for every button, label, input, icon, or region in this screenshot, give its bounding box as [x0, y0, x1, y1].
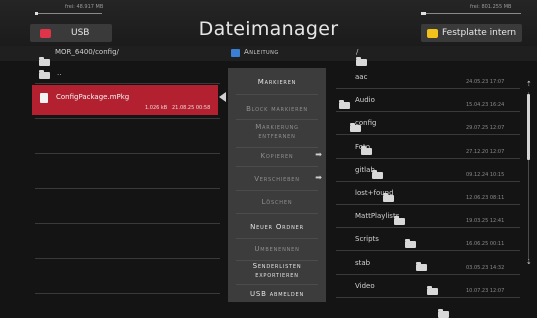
- folder-name: config: [355, 119, 377, 127]
- menu-divider: [236, 260, 318, 261]
- folder-icon: [438, 309, 449, 318]
- help-icon[interactable]: [231, 49, 240, 57]
- left-free-space: frei: 48.917 MB: [65, 4, 104, 10]
- folder-date: 12.06.23 08:11: [466, 195, 505, 201]
- menu-divider: [236, 238, 318, 239]
- divider: [336, 297, 520, 298]
- menu-new-folder[interactable]: Neuer Ordner: [228, 223, 326, 232]
- right-path: /: [356, 48, 359, 56]
- folder-name: Audio: [355, 96, 375, 104]
- folder-name: Video: [355, 282, 375, 290]
- arrow-right-icon: ➡: [315, 150, 322, 159]
- folder-name: Scripts: [355, 235, 379, 243]
- file-size: 1.026 kB: [145, 105, 168, 111]
- file-icon: [40, 93, 48, 103]
- divider: [35, 293, 220, 294]
- menu-export-channel-lists[interactable]: Senderlisten exportieren: [237, 262, 317, 280]
- folder-name: lost+found: [355, 189, 394, 197]
- usb-icon: [40, 28, 51, 38]
- folder-date: 16.06.25 00:11: [466, 241, 505, 247]
- folder-up-icon: [39, 70, 50, 79]
- panel-arrow-left-icon: [219, 92, 226, 102]
- menu-rename[interactable]: Umbenennen: [228, 245, 326, 254]
- folder-name: stab: [355, 259, 371, 267]
- left-path: MOR_6400/config/: [55, 48, 119, 56]
- right-source-label: Festplatte intern: [442, 28, 517, 38]
- left-parent-dir[interactable]: ..: [35, 66, 215, 82]
- file-date: 21.08.25 00:58: [172, 105, 211, 111]
- file-name: ConfigPackage.mPkg: [56, 93, 130, 101]
- arrow-right-icon: ➡: [315, 173, 322, 182]
- right-free-space: frei: 801.255 MB: [470, 4, 512, 10]
- folder-date: 24.05.23 17:07: [466, 79, 505, 85]
- folder-name: MattPlaylists: [355, 212, 400, 220]
- hdd-icon: [427, 28, 438, 38]
- divider: [336, 250, 520, 251]
- divider: [35, 118, 220, 119]
- scroll-up-icon[interactable]: ⇡: [526, 80, 532, 88]
- folder-date: 19.03.25 12:41: [466, 218, 505, 224]
- action-menu: Markieren Block markieren Markierung ent…: [228, 68, 326, 302]
- right-source-hdd[interactable]: Festplatte intern: [421, 24, 522, 42]
- divider: [35, 153, 220, 154]
- folder-date: 29.07.25 12:07: [466, 125, 505, 131]
- menu-divider: [236, 166, 318, 167]
- folder-date: 27.12.20 12:07: [466, 149, 505, 155]
- parent-dir-label: ..: [57, 69, 62, 77]
- folder-date: 09.12.24 10:15: [466, 172, 505, 178]
- scrollbar-thumb[interactable]: [527, 94, 530, 160]
- right-storage-bar: [421, 12, 521, 15]
- folder-name: aac: [355, 73, 368, 81]
- left-source-label: USB: [71, 28, 90, 38]
- menu-divider: [236, 147, 318, 148]
- folder-date: 15.04.23 16:24: [466, 102, 505, 108]
- menu-usb-eject[interactable]: USB abmelden: [228, 290, 326, 299]
- menu-mark[interactable]: Markieren: [228, 78, 326, 87]
- divider: [35, 188, 220, 189]
- menu-divider: [236, 190, 318, 191]
- menu-block-mark[interactable]: Block markieren: [228, 105, 326, 114]
- divider: [336, 134, 520, 135]
- menu-divider: [236, 94, 318, 95]
- page-title: Dateimanager: [198, 18, 339, 40]
- left-source-usb[interactable]: USB: [30, 24, 112, 42]
- help-label[interactable]: Anleitung: [244, 48, 279, 56]
- folder-name: Foto: [355, 143, 371, 151]
- folder-name: gitlab: [355, 166, 375, 174]
- divider: [35, 83, 220, 84]
- folder-date: 03.05.23 14:32: [466, 265, 505, 271]
- folder-icon: [39, 57, 50, 66]
- menu-divider: [236, 213, 318, 214]
- left-storage-bar: [35, 12, 102, 15]
- folder-date: 10.07.23 12:07: [466, 288, 505, 294]
- divider: [35, 223, 220, 224]
- menu-move[interactable]: Verschieben: [228, 175, 326, 184]
- divider: [35, 258, 220, 259]
- menu-divider: [236, 119, 318, 120]
- folder-icon: [356, 57, 368, 66]
- menu-copy[interactable]: Kopieren: [228, 152, 326, 161]
- scroll-down-icon[interactable]: ⇣: [526, 258, 532, 266]
- menu-delete[interactable]: Löschen: [228, 198, 326, 207]
- menu-unmark[interactable]: Markierung entfernen: [240, 123, 314, 141]
- menu-divider: [236, 284, 318, 285]
- selected-file-row[interactable]: ConfigPackage.mPkg 1.026 kB 21.08.25 00:…: [32, 85, 218, 115]
